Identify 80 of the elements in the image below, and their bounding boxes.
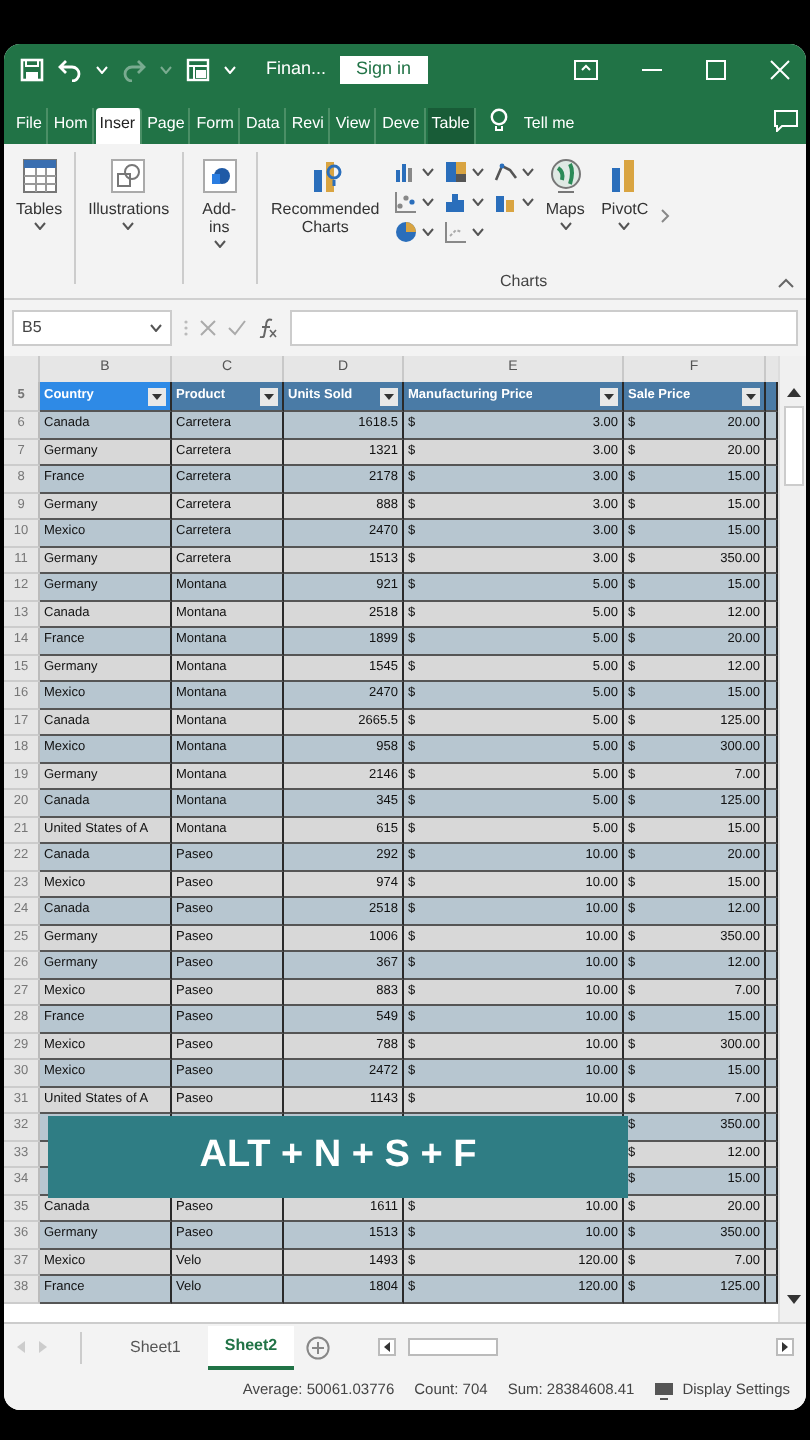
sign-in-button[interactable]: Sign in	[340, 56, 428, 84]
combo-chart-icon	[493, 190, 518, 214]
caret-icon[interactable]	[521, 198, 534, 206]
add-in-icon	[199, 156, 240, 196]
form-icon[interactable]	[186, 58, 210, 82]
line-chart-icon	[493, 160, 518, 184]
chart-type-button[interactable]	[393, 160, 434, 184]
shortcut-banner: ALT + N + S + F	[48, 1116, 628, 1198]
ribbon-button[interactable]: Add-ins	[191, 152, 248, 253]
shapes-icon	[108, 156, 149, 196]
lightbulb-icon[interactable]	[489, 108, 508, 132]
scroll-down-icon[interactable]	[785, 1294, 801, 1306]
pie-chart-icon	[393, 220, 418, 244]
function-icon[interactable]	[258, 318, 278, 338]
filter-button[interactable]	[380, 387, 398, 405]
chart-type-button[interactable]	[443, 220, 484, 244]
scroll-thumb[interactable]	[783, 406, 803, 486]
caret-icon[interactable]	[213, 240, 226, 249]
group-label: Charts	[500, 270, 548, 294]
ribbon-button[interactable]: Maps	[541, 152, 590, 235]
caret-icon	[264, 393, 274, 399]
ribbon-display-icon[interactable]	[574, 60, 598, 80]
filter-button[interactable]	[742, 387, 760, 405]
maximize-icon[interactable]	[706, 60, 726, 80]
chart-type-button[interactable]	[443, 160, 484, 184]
ribbon-button[interactable]: Illustrations	[84, 152, 174, 235]
bar-chart-icon	[393, 160, 418, 184]
ribbon-tab[interactable]: Table	[427, 108, 476, 144]
chart-type-button[interactable]	[393, 220, 434, 244]
name-box[interactable]: B5	[12, 310, 172, 346]
formula-input[interactable]	[290, 310, 798, 346]
caret-icon[interactable]	[471, 228, 484, 236]
caret-icon[interactable]	[122, 222, 135, 231]
caret-icon	[384, 393, 394, 399]
chart-type-button[interactable]	[443, 190, 484, 214]
caret-icon[interactable]	[521, 168, 534, 176]
scatter-chart-icon	[393, 190, 418, 214]
caret-icon[interactable]	[618, 222, 631, 231]
caret-icon[interactable]	[421, 228, 434, 236]
sheet-tab[interactable]: Sheet1	[114, 1327, 197, 1367]
caret-icon	[604, 393, 614, 399]
cell-reference: B5	[22, 316, 42, 340]
block-chart-icon	[443, 160, 468, 184]
save-icon[interactable]	[20, 58, 44, 82]
file-name: Finan...	[266, 56, 327, 83]
table-icon	[19, 156, 60, 196]
caret-icon[interactable]	[421, 198, 434, 206]
chart-type-button[interactable]	[393, 190, 434, 214]
add-sheet-icon[interactable]	[305, 1335, 330, 1359]
comment-icon[interactable]	[774, 110, 798, 132]
caret-icon[interactable]	[559, 222, 572, 231]
monitor-icon	[654, 1381, 675, 1399]
scroll-right-icon[interactable]	[776, 1338, 794, 1356]
scroll-left-icon[interactable]	[377, 1338, 396, 1356]
caret-icon[interactable]	[471, 168, 484, 176]
filter-button[interactable]	[260, 387, 278, 405]
ribbon-button[interactable]: Tables	[12, 152, 67, 235]
filter-button[interactable]	[600, 387, 618, 405]
ribbon-button[interactable]: Recommended Charts	[265, 152, 386, 241]
ribbon-tab[interactable]: Inser	[95, 108, 142, 144]
caret-icon[interactable]	[471, 198, 484, 206]
undo-icon[interactable]	[58, 58, 82, 82]
check-icon[interactable]	[228, 320, 246, 336]
caret-icon	[746, 393, 756, 399]
collapse-ribbon-icon[interactable]	[778, 278, 794, 288]
filter-button[interactable]	[148, 387, 166, 405]
horizontal-scroll-thumb[interactable]	[407, 1338, 498, 1356]
tell-me-field[interactable]: Tell me	[519, 108, 579, 144]
histogram-icon	[443, 190, 468, 214]
sheet-tab[interactable]: Sheet2	[208, 1325, 294, 1369]
globe-icon	[545, 156, 586, 196]
scroll-up-icon[interactable]	[785, 386, 801, 398]
axis-chart-icon	[443, 220, 468, 244]
caret-icon[interactable]	[421, 168, 434, 176]
ribbon-button[interactable]: PivotC	[597, 152, 653, 235]
caret-icon	[152, 393, 162, 399]
chart-type-button[interactable]	[493, 160, 534, 184]
caret-icon[interactable]	[150, 324, 162, 332]
chart-type-button[interactable]	[493, 190, 534, 214]
caret-icon[interactable]	[33, 222, 46, 231]
